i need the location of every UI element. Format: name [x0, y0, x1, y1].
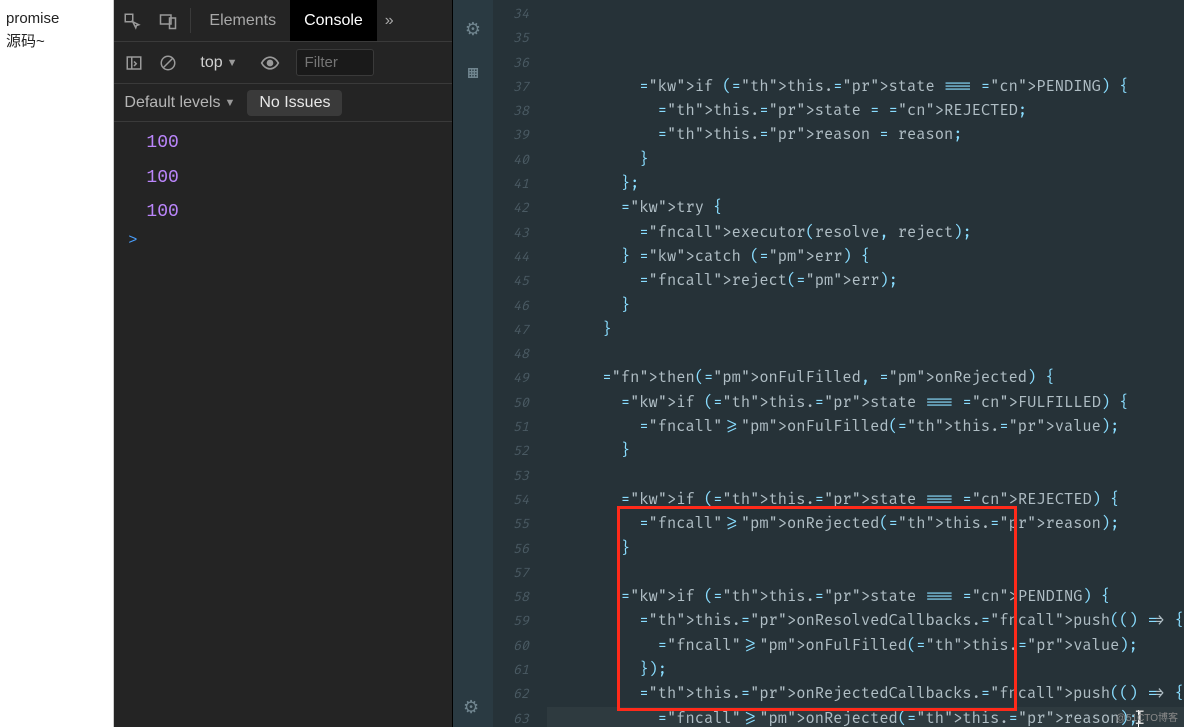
line-number: 62	[493, 682, 547, 706]
line-number: 44	[493, 245, 547, 269]
code-line[interactable]: ="kw">if (="th">this.="pr">state === ="c…	[547, 391, 1184, 415]
watermark: @51CTO博客	[1116, 709, 1178, 724]
context-label: top	[200, 54, 222, 72]
code-line[interactable]: }	[547, 537, 1184, 561]
code-line[interactable]: ="th">this.="pr">state = ="cn">REJECTED;	[547, 99, 1184, 123]
log-row: 100	[114, 126, 452, 161]
code-line[interactable]: ="fncall">="pm">onFulFilled(="th">this.=…	[547, 634, 1184, 658]
levels-label: Default levels	[124, 94, 220, 112]
line-number: 52	[493, 439, 547, 463]
line-number: 58	[493, 585, 547, 609]
line-number: 34	[493, 2, 547, 26]
log-value: 100	[146, 133, 178, 153]
line-number: 57	[493, 561, 547, 585]
line-number: 50	[493, 391, 547, 415]
code-line[interactable]	[547, 561, 1184, 585]
code-line[interactable]: ="th">this.="pr">reason = reason;	[547, 123, 1184, 147]
line-number: 53	[493, 464, 547, 488]
line-number: 43	[493, 221, 547, 245]
context-selector[interactable]: top ▼	[194, 54, 243, 72]
tabs-overflow-icon[interactable]: »	[377, 12, 402, 30]
line-number: 35	[493, 26, 547, 50]
console-sidebar-toggle-icon[interactable]	[120, 54, 148, 72]
log-value: 100	[146, 202, 178, 222]
devtools-panel: Elements Console » top ▼ Default levels ▼ …	[114, 0, 453, 727]
line-number: 61	[493, 658, 547, 682]
clear-console-icon[interactable]	[154, 54, 182, 72]
filter-input[interactable]	[296, 49, 374, 76]
code-line[interactable]: ="fncall">="pm">onRejected(="th">this.="…	[547, 707, 1184, 727]
line-number: 47	[493, 318, 547, 342]
line-number: 41	[493, 172, 547, 196]
chevron-down-icon: ▼	[224, 97, 235, 109]
console-toolbar: top ▼	[114, 42, 452, 84]
line-number: 49	[493, 366, 547, 390]
line-number: 54	[493, 488, 547, 512]
extensions-icon[interactable]: ▦	[467, 61, 478, 84]
line-number: 37	[493, 75, 547, 99]
log-row: 100	[114, 161, 452, 196]
code-line[interactable]: ="kw">try {	[547, 196, 1184, 220]
code-line[interactable]: ="th">this.="pr">onResolvedCallbacks.="f…	[547, 609, 1184, 633]
console-prompt[interactable]: >	[114, 230, 452, 251]
page-subtitle: 源码~	[6, 31, 107, 54]
code-line[interactable]	[547, 342, 1184, 366]
line-number: 38	[493, 99, 547, 123]
code-line[interactable]: };	[547, 172, 1184, 196]
code-line[interactable]: ="fncall">="pm">onRejected(="th">this.="…	[547, 512, 1184, 536]
tab-elements[interactable]: Elements	[195, 0, 290, 41]
settings-gear-icon[interactable]: ⚙	[463, 696, 479, 719]
line-number: 46	[493, 294, 547, 318]
issues-button[interactable]: No Issues	[247, 90, 342, 116]
code-line[interactable]: ="th">this.="pr">onRejectedCallbacks.="f…	[547, 682, 1184, 706]
line-number: 56	[493, 537, 547, 561]
code-line[interactable]: ="fncall">reject(="pm">err);	[547, 269, 1184, 293]
code-line[interactable]: });	[547, 658, 1184, 682]
code-line[interactable]: } ="kw">catch (="pm">err) {	[547, 245, 1184, 269]
console-log[interactable]: 100 100 100 >	[114, 122, 452, 727]
line-number: 40	[493, 148, 547, 172]
code-line[interactable]	[547, 464, 1184, 488]
chevron-down-icon: ▼	[227, 57, 238, 69]
code-line[interactable]: }	[547, 439, 1184, 463]
line-number: 55	[493, 512, 547, 536]
devtools-tabbar: Elements Console »	[114, 0, 452, 42]
code-line[interactable]: ="fn">then(="pm">onFulFilled, ="pm">onRe…	[547, 366, 1184, 390]
code-line[interactable]: ="kw">if (="th">this.="pr">state === ="c…	[547, 488, 1184, 512]
code-line[interactable]: }	[547, 148, 1184, 172]
browser-viewport: promise 源码~	[0, 0, 114, 727]
editor-activity-bar: ⚙ ▦	[453, 0, 493, 727]
line-number: 59	[493, 609, 547, 633]
code-line[interactable]: ="fncall">="pm">onFulFilled(="th">this.=…	[547, 415, 1184, 439]
line-number: 48	[493, 342, 547, 366]
live-expression-icon[interactable]	[256, 53, 284, 73]
line-number: 51	[493, 415, 547, 439]
code-line[interactable]: }	[547, 318, 1184, 342]
log-levels-selector[interactable]: Default levels ▼	[124, 94, 235, 112]
tab-console[interactable]: Console	[290, 0, 377, 41]
page-title: promise	[6, 8, 107, 31]
code-line[interactable]: ="kw">if (="th">this.="pr">state === ="c…	[547, 75, 1184, 99]
line-number: 63	[493, 707, 547, 727]
line-number: 39	[493, 123, 547, 147]
line-number: 60	[493, 634, 547, 658]
line-number: 36	[493, 51, 547, 75]
line-number: 45	[493, 269, 547, 293]
code-line[interactable]: }	[547, 294, 1184, 318]
device-toggle-icon[interactable]	[150, 12, 186, 30]
line-number: 42	[493, 196, 547, 220]
inspect-icon[interactable]	[114, 12, 150, 30]
code-line[interactable]: ="kw">if (="th">this.="pr">state === ="c…	[547, 585, 1184, 609]
console-subbar: Default levels ▼ No Issues	[114, 84, 452, 122]
debug-icon[interactable]: ⚙	[465, 18, 481, 41]
code-area[interactable]: ="kw">if (="th">this.="pr">state === ="c…	[547, 0, 1184, 727]
line-gutter: 3435363738394041424344454647484950515253…	[493, 0, 547, 727]
code-editor[interactable]: ⚙ ▦ 343536373839404142434445464748495051…	[453, 0, 1184, 727]
log-row: 100	[114, 195, 452, 230]
code-line[interactable]: ="fncall">executor(resolve, reject);	[547, 221, 1184, 245]
log-value: 100	[146, 168, 178, 188]
